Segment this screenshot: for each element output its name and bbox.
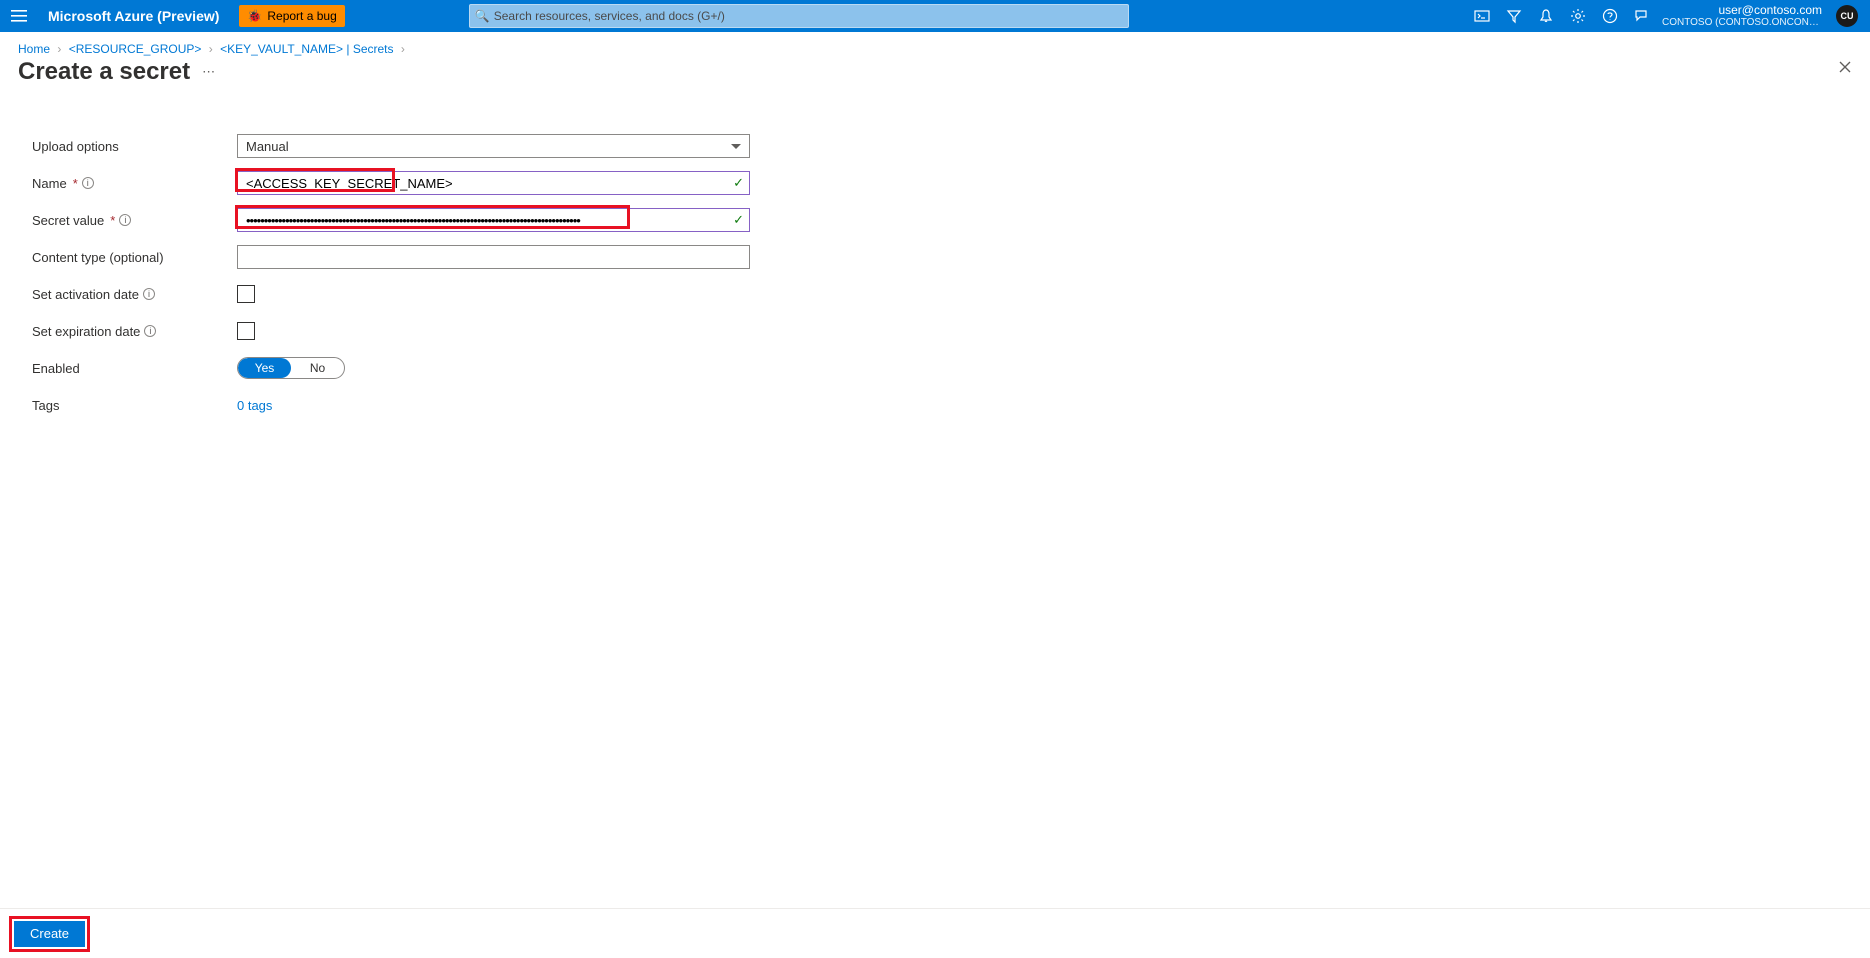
bell-icon — [1538, 8, 1554, 24]
account-email: user@contoso.com — [1718, 4, 1822, 17]
activation-date-label: Set activation date i — [32, 287, 237, 302]
report-bug-label: Report a bug — [267, 9, 336, 23]
menu-hamburger[interactable] — [4, 0, 34, 32]
help-button[interactable] — [1594, 0, 1626, 32]
activation-date-checkbox[interactable] — [237, 285, 255, 303]
cloud-shell-icon — [1474, 8, 1490, 24]
content-type-input[interactable] — [237, 245, 750, 269]
account-block[interactable]: user@contoso.com CONTOSO (CONTOSO.ONCONT… — [1658, 4, 1828, 28]
upload-options-label: Upload options — [32, 139, 237, 154]
close-icon — [1838, 60, 1852, 74]
breadcrumb-key-vault[interactable]: <KEY_VAULT_NAME> | Secrets — [220, 42, 393, 56]
hamburger-icon — [11, 8, 27, 24]
chevron-right-icon: › — [209, 42, 213, 56]
page-title: Create a secret — [18, 58, 190, 86]
close-blade-button[interactable] — [1838, 60, 1852, 77]
info-icon[interactable]: i — [143, 288, 155, 300]
info-icon[interactable]: i — [119, 214, 131, 226]
create-secret-form: Upload options Manual Name* i ✓ Secret v… — [0, 94, 1870, 510]
secret-value-input[interactable] — [237, 208, 750, 232]
brand-label[interactable]: Microsoft Azure (Preview) — [34, 8, 233, 24]
create-button[interactable]: Create — [14, 921, 85, 947]
feedback-button[interactable] — [1626, 0, 1658, 32]
avatar[interactable]: CU — [1836, 5, 1858, 27]
footer-bar: Create — [0, 908, 1870, 958]
breadcrumb-home[interactable]: Home — [18, 42, 50, 56]
enabled-yes[interactable]: Yes — [238, 358, 291, 378]
chevron-right-icon: › — [401, 42, 405, 56]
gear-icon — [1570, 8, 1586, 24]
upload-options-select[interactable]: Manual — [237, 134, 750, 158]
name-label: Name* i — [32, 176, 237, 191]
title-more-button[interactable]: ⋯ — [202, 64, 215, 80]
content-type-label: Content type (optional) — [32, 250, 237, 265]
breadcrumb: Home › <RESOURCE_GROUP> › <KEY_VAULT_NAM… — [0, 32, 1870, 58]
breadcrumb-resource-group[interactable]: <RESOURCE_GROUP> — [69, 42, 202, 56]
account-tenant: CONTOSO (CONTOSO.ONCONTO... — [1662, 17, 1822, 28]
report-bug-button[interactable]: 🐞 Report a bug — [239, 5, 344, 27]
feedback-icon — [1634, 8, 1650, 24]
notifications-button[interactable] — [1530, 0, 1562, 32]
enabled-no[interactable]: No — [291, 358, 344, 378]
filter-icon — [1506, 8, 1522, 24]
upload-options-value: Manual — [246, 139, 289, 154]
name-input[interactable] — [237, 171, 750, 195]
info-icon[interactable]: i — [82, 177, 94, 189]
global-search: 🔍 — [469, 4, 1129, 28]
page-title-row: Create a secret ⋯ — [0, 58, 1870, 94]
info-icon[interactable]: i — [144, 325, 156, 337]
tags-label: Tags — [32, 398, 237, 413]
bug-icon: 🐞 — [247, 10, 262, 22]
enabled-label: Enabled — [32, 361, 237, 376]
expiration-date-checkbox[interactable] — [237, 322, 255, 340]
cloud-shell-button[interactable] — [1466, 0, 1498, 32]
expiration-date-label: Set expiration date i — [32, 324, 237, 339]
settings-button[interactable] — [1562, 0, 1594, 32]
secret-value-label: Secret value* i — [32, 213, 237, 228]
azure-header: Microsoft Azure (Preview) 🐞 Report a bug… — [0, 0, 1870, 32]
chevron-right-icon: › — [57, 42, 61, 56]
help-icon — [1602, 8, 1618, 24]
search-input[interactable] — [469, 4, 1129, 28]
tags-link[interactable]: 0 tags — [237, 398, 272, 413]
directory-filter-button[interactable] — [1498, 0, 1530, 32]
enabled-toggle[interactable]: Yes No — [237, 357, 345, 379]
